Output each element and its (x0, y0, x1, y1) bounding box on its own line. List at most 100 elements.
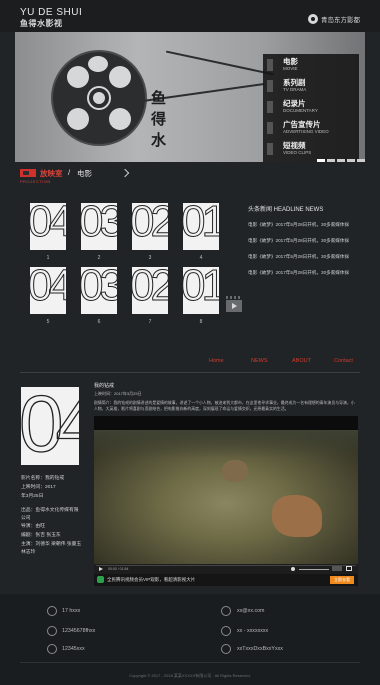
site-footer (0, 594, 380, 685)
ad-text[interactable]: 全民腾讯视频会员VIP观影，看超清影视大片 (107, 577, 195, 583)
film-producer-2: 公司 (21, 516, 31, 521)
player-controls: 00:00 / 01:54 (94, 564, 358, 574)
projector-icon (20, 169, 36, 177)
hero-banner: 鱼得水 电影 MOVIE 系列剧 TV DRAMA 纪录片 DOCUMENTARY 广… (15, 32, 365, 162)
telephone-icon (221, 626, 231, 636)
menu-item-sub: TV DRAMA (283, 87, 307, 92)
footer-email[interactable]: xx@xx.com (237, 608, 264, 614)
logo-cn[interactable]: 鱼得水影视 (20, 18, 63, 29)
breadcrumb-section[interactable]: 放映室 (40, 168, 63, 179)
film-thumbnail[interactable]: 03 (81, 267, 117, 314)
news-item[interactable]: 电影《故梦》2017年5月28日开机，30多家媒体採 (248, 238, 349, 244)
thumbnail-number: 02 (132, 267, 168, 311)
film-release-2: 年3月25日 (21, 494, 44, 499)
slider-dot[interactable] (317, 159, 325, 162)
film-actors-2: 林志玲 (21, 550, 36, 555)
nav-home[interactable]: Home (209, 358, 224, 364)
player-ad-bar: 全民腾讯视频会员VIP观影，看超清影视大片 立即去看 (94, 574, 358, 586)
film-release: 上映时间：2017 (21, 485, 56, 490)
footer-fax: 12345678fhxx (62, 628, 96, 634)
ad-button[interactable]: 立即去看 (330, 576, 354, 584)
nav-contact[interactable]: Contact (334, 358, 353, 364)
menu-item-documentary[interactable]: 纪录片 DOCUMENTARY (267, 99, 359, 120)
nav-about[interactable]: ABOUT (292, 358, 311, 364)
menu-item-movie[interactable]: 电影 MOVIE (267, 57, 359, 78)
progress-bar[interactable] (96, 565, 356, 566)
film-thumbnail[interactable]: 01 (183, 203, 219, 250)
film-strip (165, 50, 275, 76)
film-name: 影片名称：我的钻戒 (21, 476, 65, 481)
volume-slider[interactable] (299, 569, 329, 570)
play-icon[interactable] (99, 567, 103, 571)
footer-address: xxTxxxDxxBxxYxxx (237, 646, 283, 652)
menu-item-title: 短视频 (283, 141, 306, 150)
film-thumbnail[interactable]: 04 (30, 203, 66, 250)
film-writer: 编剧：张吉 张玉东 (21, 533, 61, 538)
site-header: YU DE SHUI 鱼得水影视 青岛东方影都 (0, 0, 380, 32)
slider-dot[interactable] (347, 159, 355, 162)
quality-select[interactable] (332, 566, 342, 571)
menu-item-title: 系列剧 (283, 78, 306, 87)
copyright: Copyright © 2017 - 2018 某某XXXXX有限公司 . Al… (129, 673, 251, 678)
film-thumbnail[interactable]: 02 (132, 267, 168, 314)
thumbnail-caption: 8 (199, 319, 203, 325)
video-player[interactable]: 00:00 / 01:54 全民腾讯视频会员VIP观影，看超清影视大片 立即去看 (94, 416, 358, 586)
fullscreen-icon[interactable] (346, 566, 352, 571)
video-description: 剧情简介：我的钻戒的剧情讲述的是爱情的故事，讲述了一个小人物，被迫来到大都市，在… (94, 400, 355, 411)
menu-item-title: 广告宣传片 (283, 120, 321, 129)
video-scene (222, 460, 248, 482)
film-producer: 出品：鱼得水文化传媒有限 (21, 508, 79, 513)
thumbnail-caption: 4 (199, 255, 203, 261)
player-time: 00:00 / 01:54 (108, 567, 129, 571)
news-item[interactable]: 电影《故梦》2017年5月28日开机，30多家媒体採 (248, 222, 349, 228)
brand-char: 水 (151, 132, 167, 149)
slider-dot[interactable] (357, 159, 365, 162)
thumbnail-number: 02 (132, 203, 168, 247)
menu-item-title: 电影 (283, 57, 298, 66)
email-icon (221, 606, 231, 616)
thumbnail-number: 04 (30, 203, 66, 247)
play-video-icon[interactable] (226, 296, 242, 312)
footer-qq: 12345xxx (62, 646, 85, 652)
nav-news[interactable]: NEWS (251, 358, 268, 364)
news-item[interactable]: 电影《故梦》2017年5月28日开机，30多家媒体採 (248, 254, 349, 260)
thumbnail-caption: 7 (148, 319, 152, 325)
chevron-right-icon[interactable] (120, 168, 130, 178)
location[interactable]: 青岛东方影都 (308, 14, 360, 24)
film-actors: 主演：刘德华 梁朝伟 张曼玉 (21, 542, 82, 547)
film-thumbnail[interactable]: 03 (81, 203, 117, 250)
menu-item-sub: DOCUMENTARY (283, 108, 318, 113)
menu-item-sub: VIDEO CLIPS (283, 150, 312, 155)
film-director: 导演：由旺 (21, 524, 45, 529)
menu-item-advertising[interactable]: 广告宣传片 ADVERTISING VIDEO (267, 120, 359, 141)
video-frame[interactable] (94, 430, 358, 564)
brand-char: 得 (151, 111, 167, 128)
category-menu: 电影 MOVIE 系列剧 TV DRAMA 纪录片 DOCUMENTARY 广告宣传片… (263, 54, 359, 162)
volume-icon[interactable] (291, 567, 295, 571)
video-title: 我的钻戒 (94, 383, 115, 389)
video-scene (272, 495, 322, 537)
film-thumbnail[interactable]: 02 (132, 203, 168, 250)
thumbnail-number: 03 (81, 267, 117, 311)
film-poster: 04 (21, 387, 79, 465)
thumbnail-number: 04 (30, 267, 66, 311)
footer-nav: Home NEWS ABOUT Contact (0, 358, 380, 368)
divider (20, 372, 360, 373)
thumbnail-caption: 6 (97, 319, 101, 325)
film-thumbnail[interactable]: 01 (183, 267, 219, 314)
slider-dot[interactable] (327, 159, 335, 162)
location-text: 青岛东方影都 (321, 17, 360, 24)
slider-dot[interactable] (337, 159, 345, 162)
logo-en[interactable]: YU DE SHUI (20, 7, 82, 18)
thumbnail-caption: 2 (97, 255, 101, 261)
breadcrumb-current[interactable]: 电影 (77, 168, 92, 179)
news-item[interactable]: 电影《故梦》2017年5月28日开机，30多家媒体採 (248, 270, 349, 276)
menu-item-tv-drama[interactable]: 系列剧 TV DRAMA (267, 78, 359, 99)
headline-news-title: 头条新闻 HEADLINE NEWS (248, 207, 324, 213)
footer-tel: xx - xxxxxxxx (237, 628, 269, 634)
footer-phone: 17 hxxx (62, 608, 81, 614)
menu-item-title: 纪录片 (283, 99, 306, 108)
poster-number: 04 (21, 387, 79, 465)
fax-icon (47, 626, 57, 636)
film-thumbnail[interactable]: 04 (30, 267, 66, 314)
